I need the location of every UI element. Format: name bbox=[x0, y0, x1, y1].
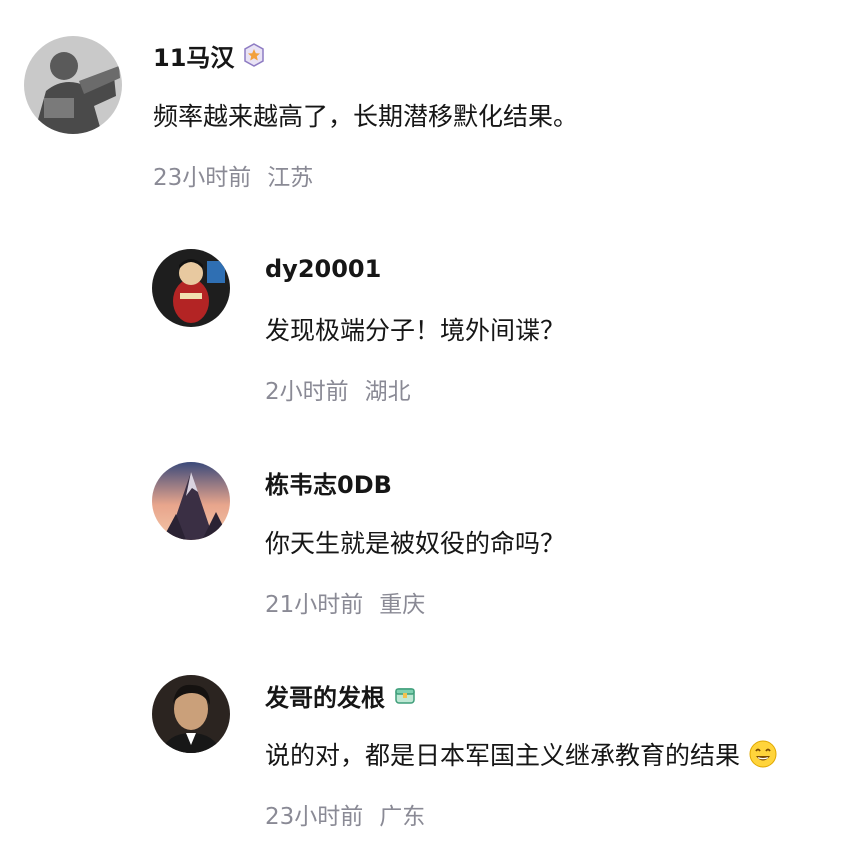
star-medal-icon bbox=[242, 43, 266, 67]
comment-location: 广东 bbox=[379, 804, 426, 830]
comment-text: 频率越来越高了，长期潜移默化结果。 bbox=[153, 102, 579, 131]
username[interactable]: 11马汉 bbox=[153, 38, 234, 73]
comment-time: 21小时前 bbox=[265, 592, 364, 618]
comment-location: 湖北 bbox=[364, 379, 411, 405]
username[interactable]: dy20001 bbox=[265, 255, 381, 283]
comment-location: 重庆 bbox=[379, 592, 426, 618]
comment-text: 你天生就是被奴役的命吗？ bbox=[265, 529, 566, 558]
comment-meta: 21小时前 重庆 bbox=[265, 585, 425, 619]
avatar[interactable] bbox=[152, 249, 230, 327]
avatar[interactable] bbox=[152, 462, 230, 540]
comment-time: 23小时前 bbox=[265, 804, 364, 830]
comment-meta: 2小时前 湖北 bbox=[265, 372, 411, 406]
avatar[interactable] bbox=[24, 36, 122, 134]
comment-location: 江苏 bbox=[267, 165, 314, 191]
comment-time: 23小时前 bbox=[153, 165, 252, 191]
comment-text-content: 说的对，都是日本军国主义继承教育的结果 bbox=[265, 741, 741, 770]
comment-text: 说的对，都是日本军国主义继承教育的结果 bbox=[265, 737, 778, 771]
comment-text: 发现极端分子！境外间谍？ bbox=[265, 316, 566, 345]
username[interactable]: 发哥的发根 bbox=[265, 678, 385, 713]
treasure-box-icon bbox=[393, 683, 417, 707]
grinning-emoji-icon bbox=[748, 739, 778, 769]
username[interactable]: 栋韦志0DB bbox=[265, 465, 392, 500]
comment-meta: 23小时前 江苏 bbox=[153, 158, 313, 192]
comment-time: 2小时前 bbox=[265, 379, 349, 405]
avatar[interactable] bbox=[152, 675, 230, 753]
comment-meta: 23小时前 广东 bbox=[265, 797, 425, 831]
